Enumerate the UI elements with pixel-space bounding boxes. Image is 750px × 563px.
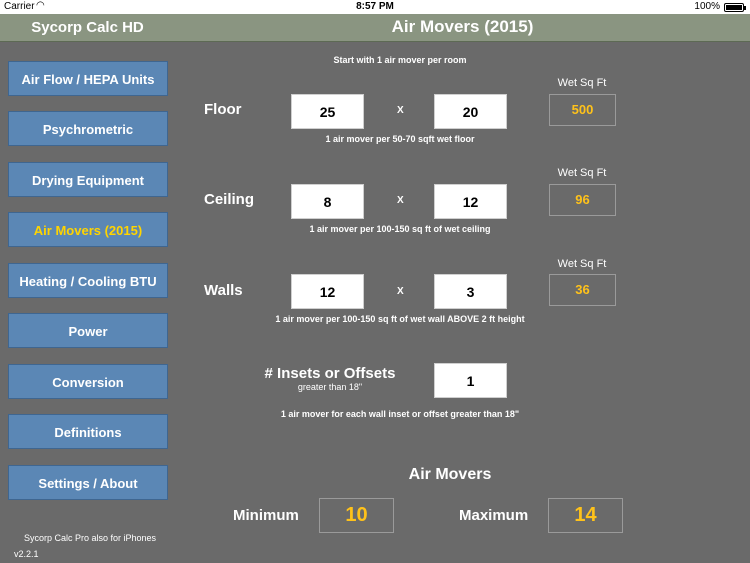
walls-multiply-sign: X bbox=[397, 286, 404, 297]
ceiling-result-label: Wet Sq Ft bbox=[557, 167, 607, 179]
battery-icon bbox=[724, 3, 746, 12]
insets-label: # Insets or Offsets bbox=[264, 365, 396, 382]
maximum-label: Maximum bbox=[459, 507, 529, 524]
sidebar-item-settings-about[interactable]: Settings / About bbox=[8, 465, 168, 500]
floor-label: Floor bbox=[204, 101, 242, 118]
walls-length-input[interactable]: 12 bbox=[291, 274, 364, 309]
insets-count-input[interactable]: 1 bbox=[434, 363, 507, 398]
ceiling-length-input[interactable]: 8 bbox=[291, 184, 364, 219]
version-label: v2.2.1 bbox=[14, 549, 39, 559]
ceiling-note: 1 air mover per 100-150 sq ft of wet cei… bbox=[309, 224, 491, 234]
walls-height-input[interactable]: 3 bbox=[434, 274, 507, 309]
ceiling-multiply-sign: X bbox=[397, 195, 404, 206]
sidebar-item-conversion[interactable]: Conversion bbox=[8, 364, 168, 399]
floor-wet-sqft-value: 500 bbox=[549, 94, 616, 126]
maximum-value: 14 bbox=[548, 498, 623, 533]
battery-percent: 100% bbox=[694, 1, 720, 12]
walls-wet-sqft-value: 36 bbox=[549, 274, 616, 306]
app-title: Sycorp Calc HD bbox=[31, 19, 144, 36]
ceiling-label: Ceiling bbox=[204, 191, 255, 208]
page-title: Air Movers (2015) bbox=[391, 17, 534, 36]
sidebar-item-drying-equipment[interactable]: Drying Equipment bbox=[8, 162, 168, 197]
promo-text: Sycorp Calc Pro also for iPhones bbox=[24, 533, 157, 543]
status-time: 8:57 PM bbox=[356, 1, 394, 12]
status-bar: Carrier ◠ 8:57 PM 100% bbox=[0, 0, 750, 14]
insets-note: 1 air mover for each wall inset or offse… bbox=[280, 409, 520, 419]
walls-note: 1 air mover per 100-150 sq ft of wet wal… bbox=[275, 314, 525, 324]
floor-width-input[interactable]: 20 bbox=[434, 94, 507, 129]
sidebar-item-air-movers[interactable]: Air Movers (2015) bbox=[8, 212, 168, 247]
sidebar-item-heating-cooling-btu[interactable]: Heating / Cooling BTU bbox=[8, 263, 168, 298]
ceiling-width-input[interactable]: 12 bbox=[434, 184, 507, 219]
minimum-label: Minimum bbox=[233, 507, 299, 524]
minimum-value: 10 bbox=[319, 498, 394, 533]
floor-multiply-sign: X bbox=[397, 105, 404, 116]
sidebar-item-power[interactable]: Power bbox=[8, 313, 168, 348]
sidebar-item-definitions[interactable]: Definitions bbox=[8, 414, 168, 449]
sidebar-item-air-flow-hepa[interactable]: Air Flow / HEPA Units bbox=[8, 61, 168, 96]
ceiling-wet-sqft-value: 96 bbox=[549, 184, 616, 216]
intro-note: Start with 1 air mover per room bbox=[333, 55, 467, 65]
floor-result-label: Wet Sq Ft bbox=[557, 77, 607, 89]
header-bar: Sycorp Calc HD Air Movers (2015) bbox=[0, 14, 750, 42]
insets-sublabel: greater than 18" bbox=[297, 382, 363, 392]
floor-note: 1 air mover per 50-70 sqft wet floor bbox=[325, 134, 475, 144]
floor-length-input[interactable]: 25 bbox=[291, 94, 364, 129]
walls-result-label: Wet Sq Ft bbox=[557, 258, 607, 270]
sidebar-item-psychrometric[interactable]: Psychrometric bbox=[8, 111, 168, 146]
air-movers-title: Air Movers bbox=[408, 466, 492, 483]
walls-label: Walls bbox=[204, 282, 243, 299]
